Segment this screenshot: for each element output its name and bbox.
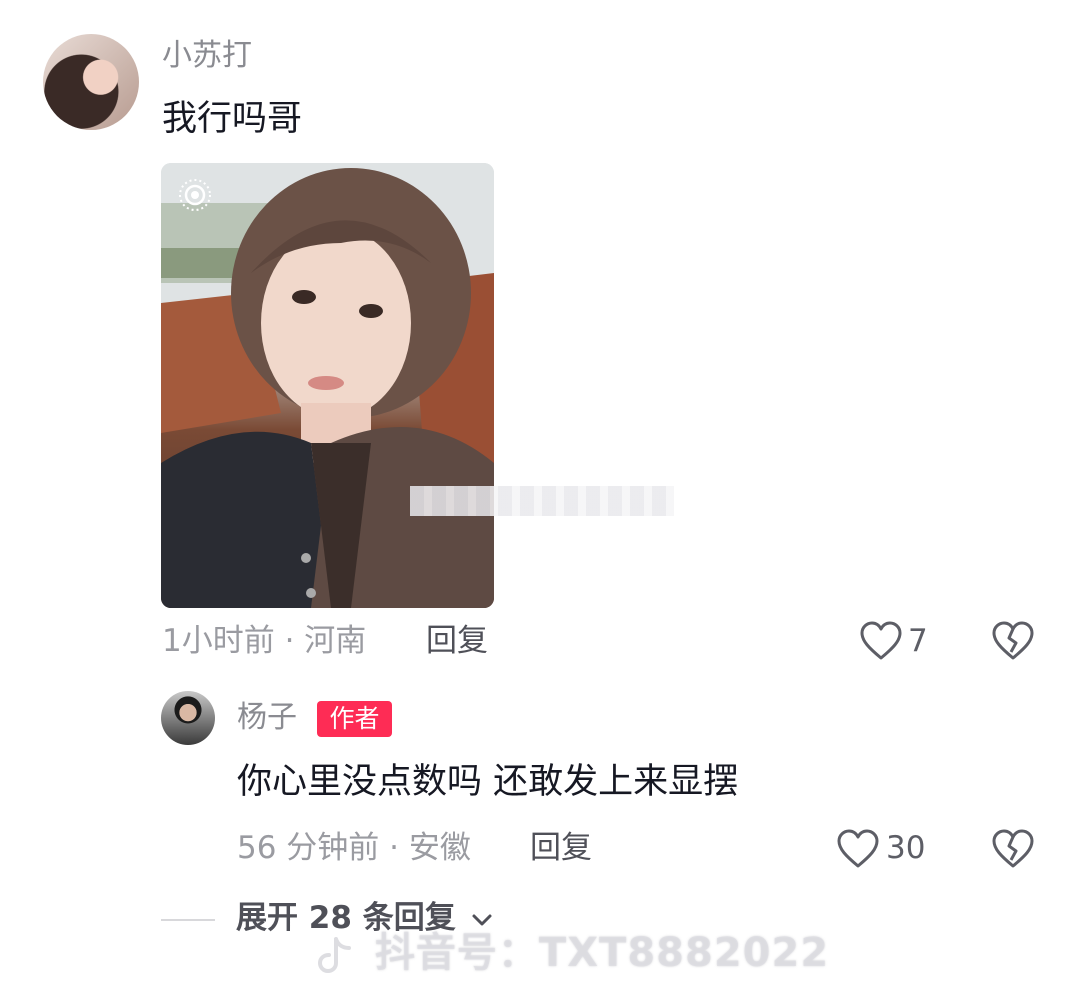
blurred-overlay bbox=[410, 486, 674, 516]
douyin-watermark: 抖音号：TXT8882022 bbox=[316, 933, 829, 975]
dislike-button-2[interactable] bbox=[991, 828, 1035, 870]
heart-outline-icon bbox=[837, 829, 879, 868]
heart-outline-icon bbox=[860, 621, 902, 660]
watermark-text: 抖音号：TXT8882022 bbox=[374, 930, 830, 976]
douyin-logo-icon bbox=[316, 935, 354, 975]
author-username[interactable]: 杨子 bbox=[237, 703, 297, 733]
reply-button[interactable]: 回复 bbox=[426, 626, 488, 657]
commenter-avatar[interactable] bbox=[43, 34, 139, 130]
comment-text: 我行吗哥 bbox=[162, 99, 303, 139]
photo-illustration bbox=[161, 163, 494, 608]
chevron-down-icon bbox=[471, 912, 493, 928]
reply-meta: 56 分钟前 · 安徽 bbox=[237, 830, 471, 866]
broken-heart-icon bbox=[992, 621, 1034, 660]
broken-heart-icon bbox=[992, 829, 1034, 868]
like-count: 7 bbox=[908, 623, 928, 659]
live-photo-icon bbox=[177, 177, 213, 213]
comment-meta: 1小时前 · 河南 bbox=[162, 623, 367, 659]
expand-divider bbox=[161, 919, 215, 921]
author-avatar[interactable] bbox=[161, 691, 215, 745]
reply-text: 你心里没点数吗 还敢发上来显摆 bbox=[237, 762, 739, 802]
like-count-2: 30 bbox=[886, 830, 926, 866]
author-badge: 作者 bbox=[317, 701, 392, 737]
like-button-2[interactable] bbox=[836, 828, 880, 870]
dislike-button[interactable] bbox=[991, 620, 1035, 662]
reply-button-2[interactable]: 回复 bbox=[530, 833, 592, 864]
comment-photo[interactable] bbox=[161, 163, 494, 608]
like-button[interactable] bbox=[859, 620, 903, 662]
commenter-username[interactable]: 小苏打 bbox=[162, 41, 252, 71]
